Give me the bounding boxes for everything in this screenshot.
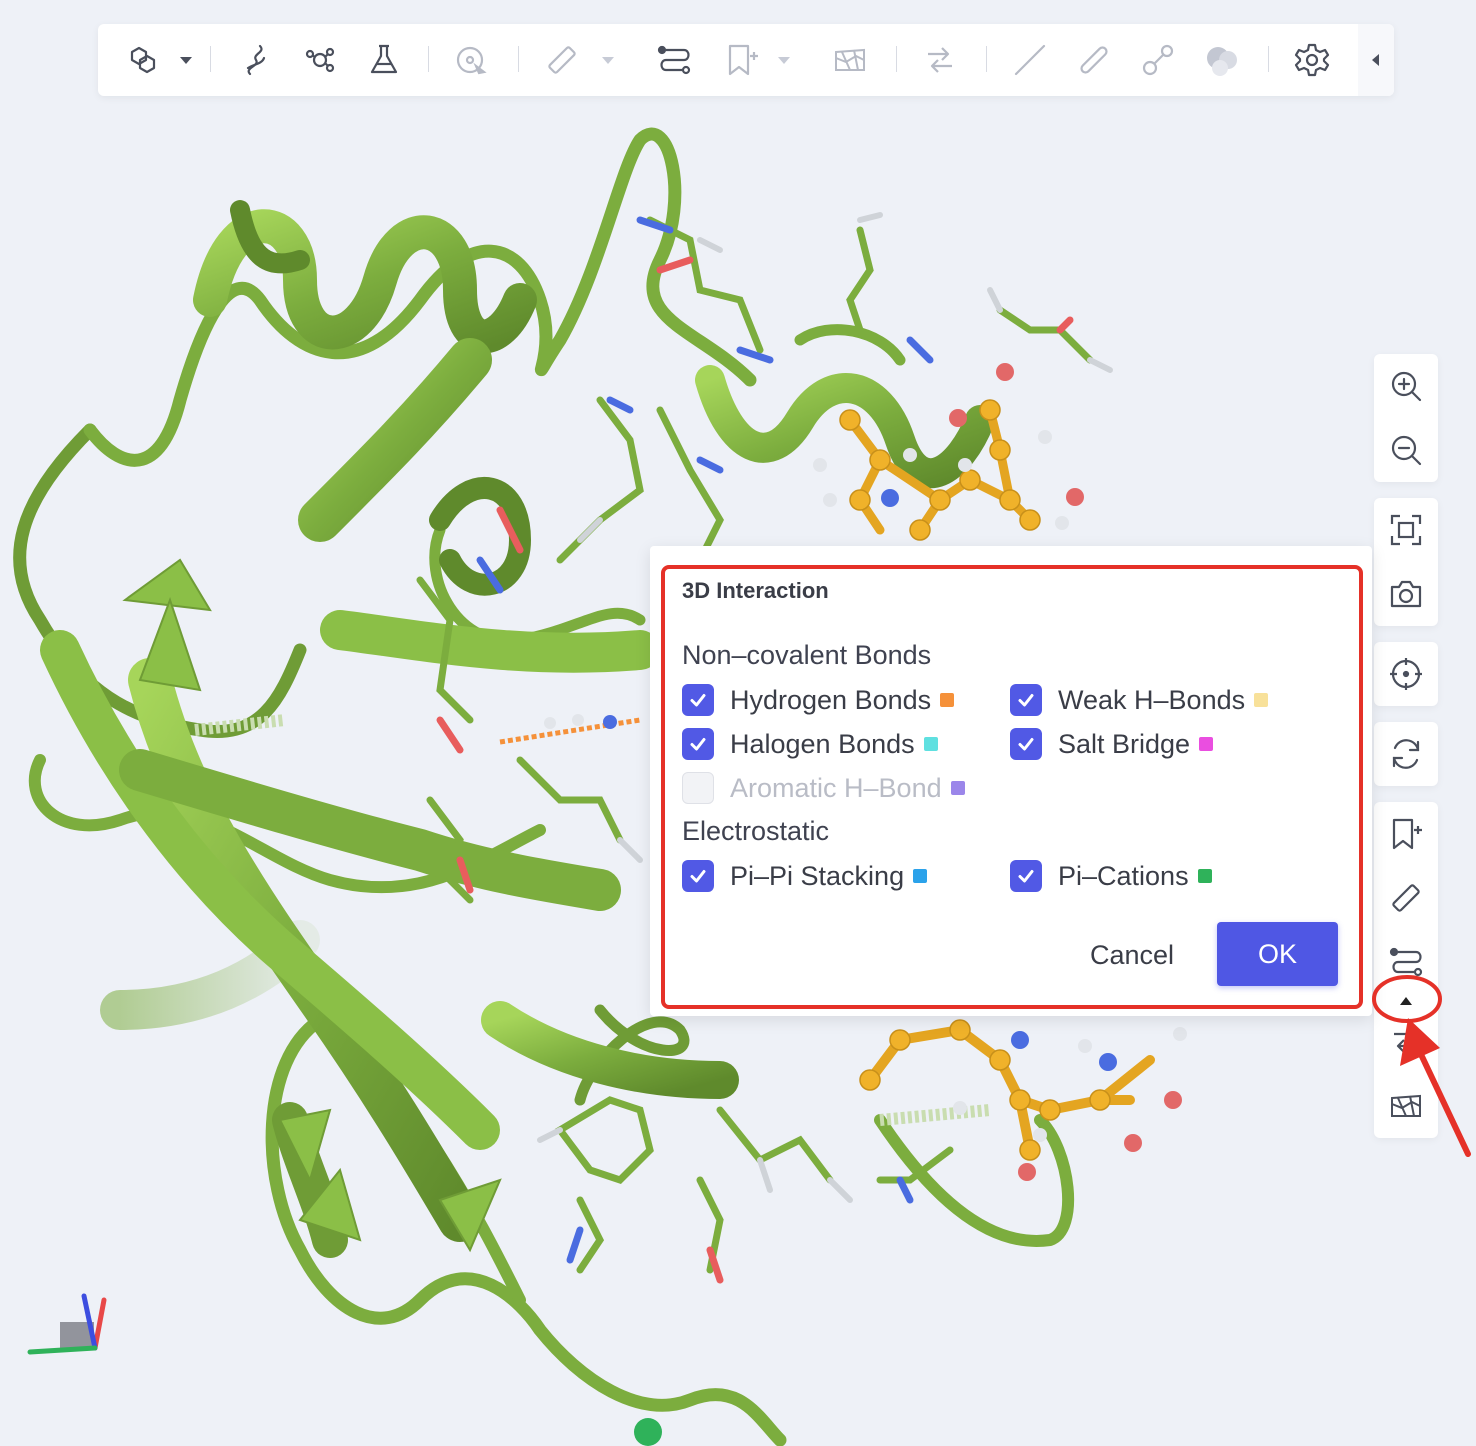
axes-gizmo — [27, 1293, 107, 1355]
zoom-panel — [1374, 354, 1438, 482]
molecule-style-dropdown-icon[interactable] — [180, 57, 192, 64]
option-salt-bridge[interactable]: Salt Bridge — [1010, 726, 1214, 762]
option-label: Weak H–Bonds — [1058, 684, 1246, 715]
option-pi-cations[interactable]: Pi–Cations — [1010, 858, 1212, 894]
center-panel — [1374, 642, 1438, 706]
color-swatch — [1254, 693, 1269, 707]
electrostatic-section-title: Electrostatic — [682, 816, 830, 846]
bookmark-dropdown-icon[interactable] — [778, 57, 790, 64]
ruler-dropdown-icon[interactable] — [602, 57, 614, 64]
spacefill-icon[interactable] — [1204, 42, 1240, 78]
checkbox-weak-h-bonds[interactable] — [1010, 684, 1042, 716]
transfer-icon[interactable] — [922, 42, 958, 78]
checkbox-hydrogen-bonds[interactable] — [682, 684, 714, 716]
option-label: Halogen Bonds — [730, 728, 915, 759]
tools-panel — [1374, 802, 1438, 1138]
option-halogen-bonds[interactable]: Halogen Bonds — [682, 726, 938, 762]
checkbox-aromatic-h-bond — [682, 772, 714, 804]
checkbox-pi-pi-stacking[interactable] — [682, 860, 714, 892]
checkbox-pi-cations[interactable] — [1010, 860, 1042, 892]
ruler-icon[interactable] — [1388, 880, 1424, 916]
cancel-button[interactable]: Cancel — [1078, 932, 1186, 978]
color-swatch — [950, 781, 965, 795]
helix-icon[interactable] — [238, 42, 274, 78]
ruler-icon[interactable] — [544, 42, 580, 78]
line-style-icon[interactable] — [1012, 42, 1048, 78]
color-swatch — [923, 737, 938, 751]
settings-gear-icon[interactable] — [1294, 42, 1330, 78]
toolbar-divider — [986, 46, 987, 72]
toolbar-divider — [210, 46, 211, 72]
option-hydrogen-bonds[interactable]: Hydrogen Bonds — [682, 682, 955, 718]
checkbox-salt-bridge[interactable] — [1010, 728, 1042, 760]
reset-rotation-icon[interactable] — [1388, 736, 1424, 772]
collapse-up-icon[interactable] — [1400, 997, 1412, 1005]
color-swatch — [940, 693, 955, 707]
fit-screen-icon[interactable] — [1388, 512, 1424, 548]
origin-marker — [634, 1418, 662, 1446]
option-weak-h-bonds[interactable]: Weak H–Bonds — [1010, 682, 1269, 718]
interaction-path-icon[interactable] — [656, 42, 692, 78]
zoom-out-icon[interactable] — [1388, 432, 1424, 468]
interaction-path-icon[interactable] — [1388, 944, 1424, 980]
checkbox-halogen-bonds[interactable] — [682, 728, 714, 760]
flask-icon[interactable] — [366, 42, 402, 78]
option-label: Pi–Pi Stacking — [730, 860, 905, 891]
ok-button[interactable]: OK — [1217, 922, 1338, 986]
noncovalent-section-title: Non–covalent Bonds — [682, 640, 932, 670]
toolbar-divider — [428, 46, 429, 72]
toolbar-divider — [518, 46, 519, 72]
color-swatch — [1199, 737, 1214, 751]
stick-style-icon[interactable] — [1076, 42, 1112, 78]
interaction-lines — [499, 714, 641, 745]
top-toolbar — [98, 24, 1394, 96]
surface-map-icon[interactable] — [1388, 1088, 1424, 1124]
target-select-icon[interactable] — [454, 42, 490, 78]
option-label: Hydrogen Bonds — [730, 684, 932, 715]
toolbar-collapse-handle[interactable] — [1358, 24, 1394, 96]
option-label: Salt Bridge — [1058, 728, 1191, 759]
color-swatch — [1197, 869, 1212, 883]
zoom-in-icon[interactable] — [1388, 368, 1424, 404]
option-aromatic-h-bond: Aromatic H–Bond — [682, 770, 965, 806]
option-label: Aromatic H–Bond — [730, 772, 942, 803]
bookmark-add-icon[interactable] — [724, 42, 760, 78]
color-swatch — [913, 869, 928, 883]
ball-stick-icon[interactable] — [1140, 42, 1176, 78]
center-target-icon[interactable] — [1388, 656, 1424, 692]
transfer-icon[interactable] — [1388, 1022, 1424, 1058]
ligand-icon[interactable] — [302, 42, 338, 78]
option-pi-pi-stacking[interactable]: Pi–Pi Stacking — [682, 858, 928, 894]
surface-map-icon[interactable] — [832, 42, 868, 78]
molecule-style-icon[interactable] — [122, 42, 158, 78]
bookmark-add-icon[interactable] — [1388, 816, 1424, 852]
toolbar-divider — [1268, 46, 1269, 72]
camera-icon[interactable] — [1388, 576, 1424, 612]
option-label: Pi–Cations — [1058, 860, 1189, 891]
dialog-title: 3D Interaction — [682, 578, 829, 603]
view-panel — [1374, 498, 1438, 626]
rotation-panel — [1374, 722, 1438, 786]
toolbar-divider — [896, 46, 897, 72]
